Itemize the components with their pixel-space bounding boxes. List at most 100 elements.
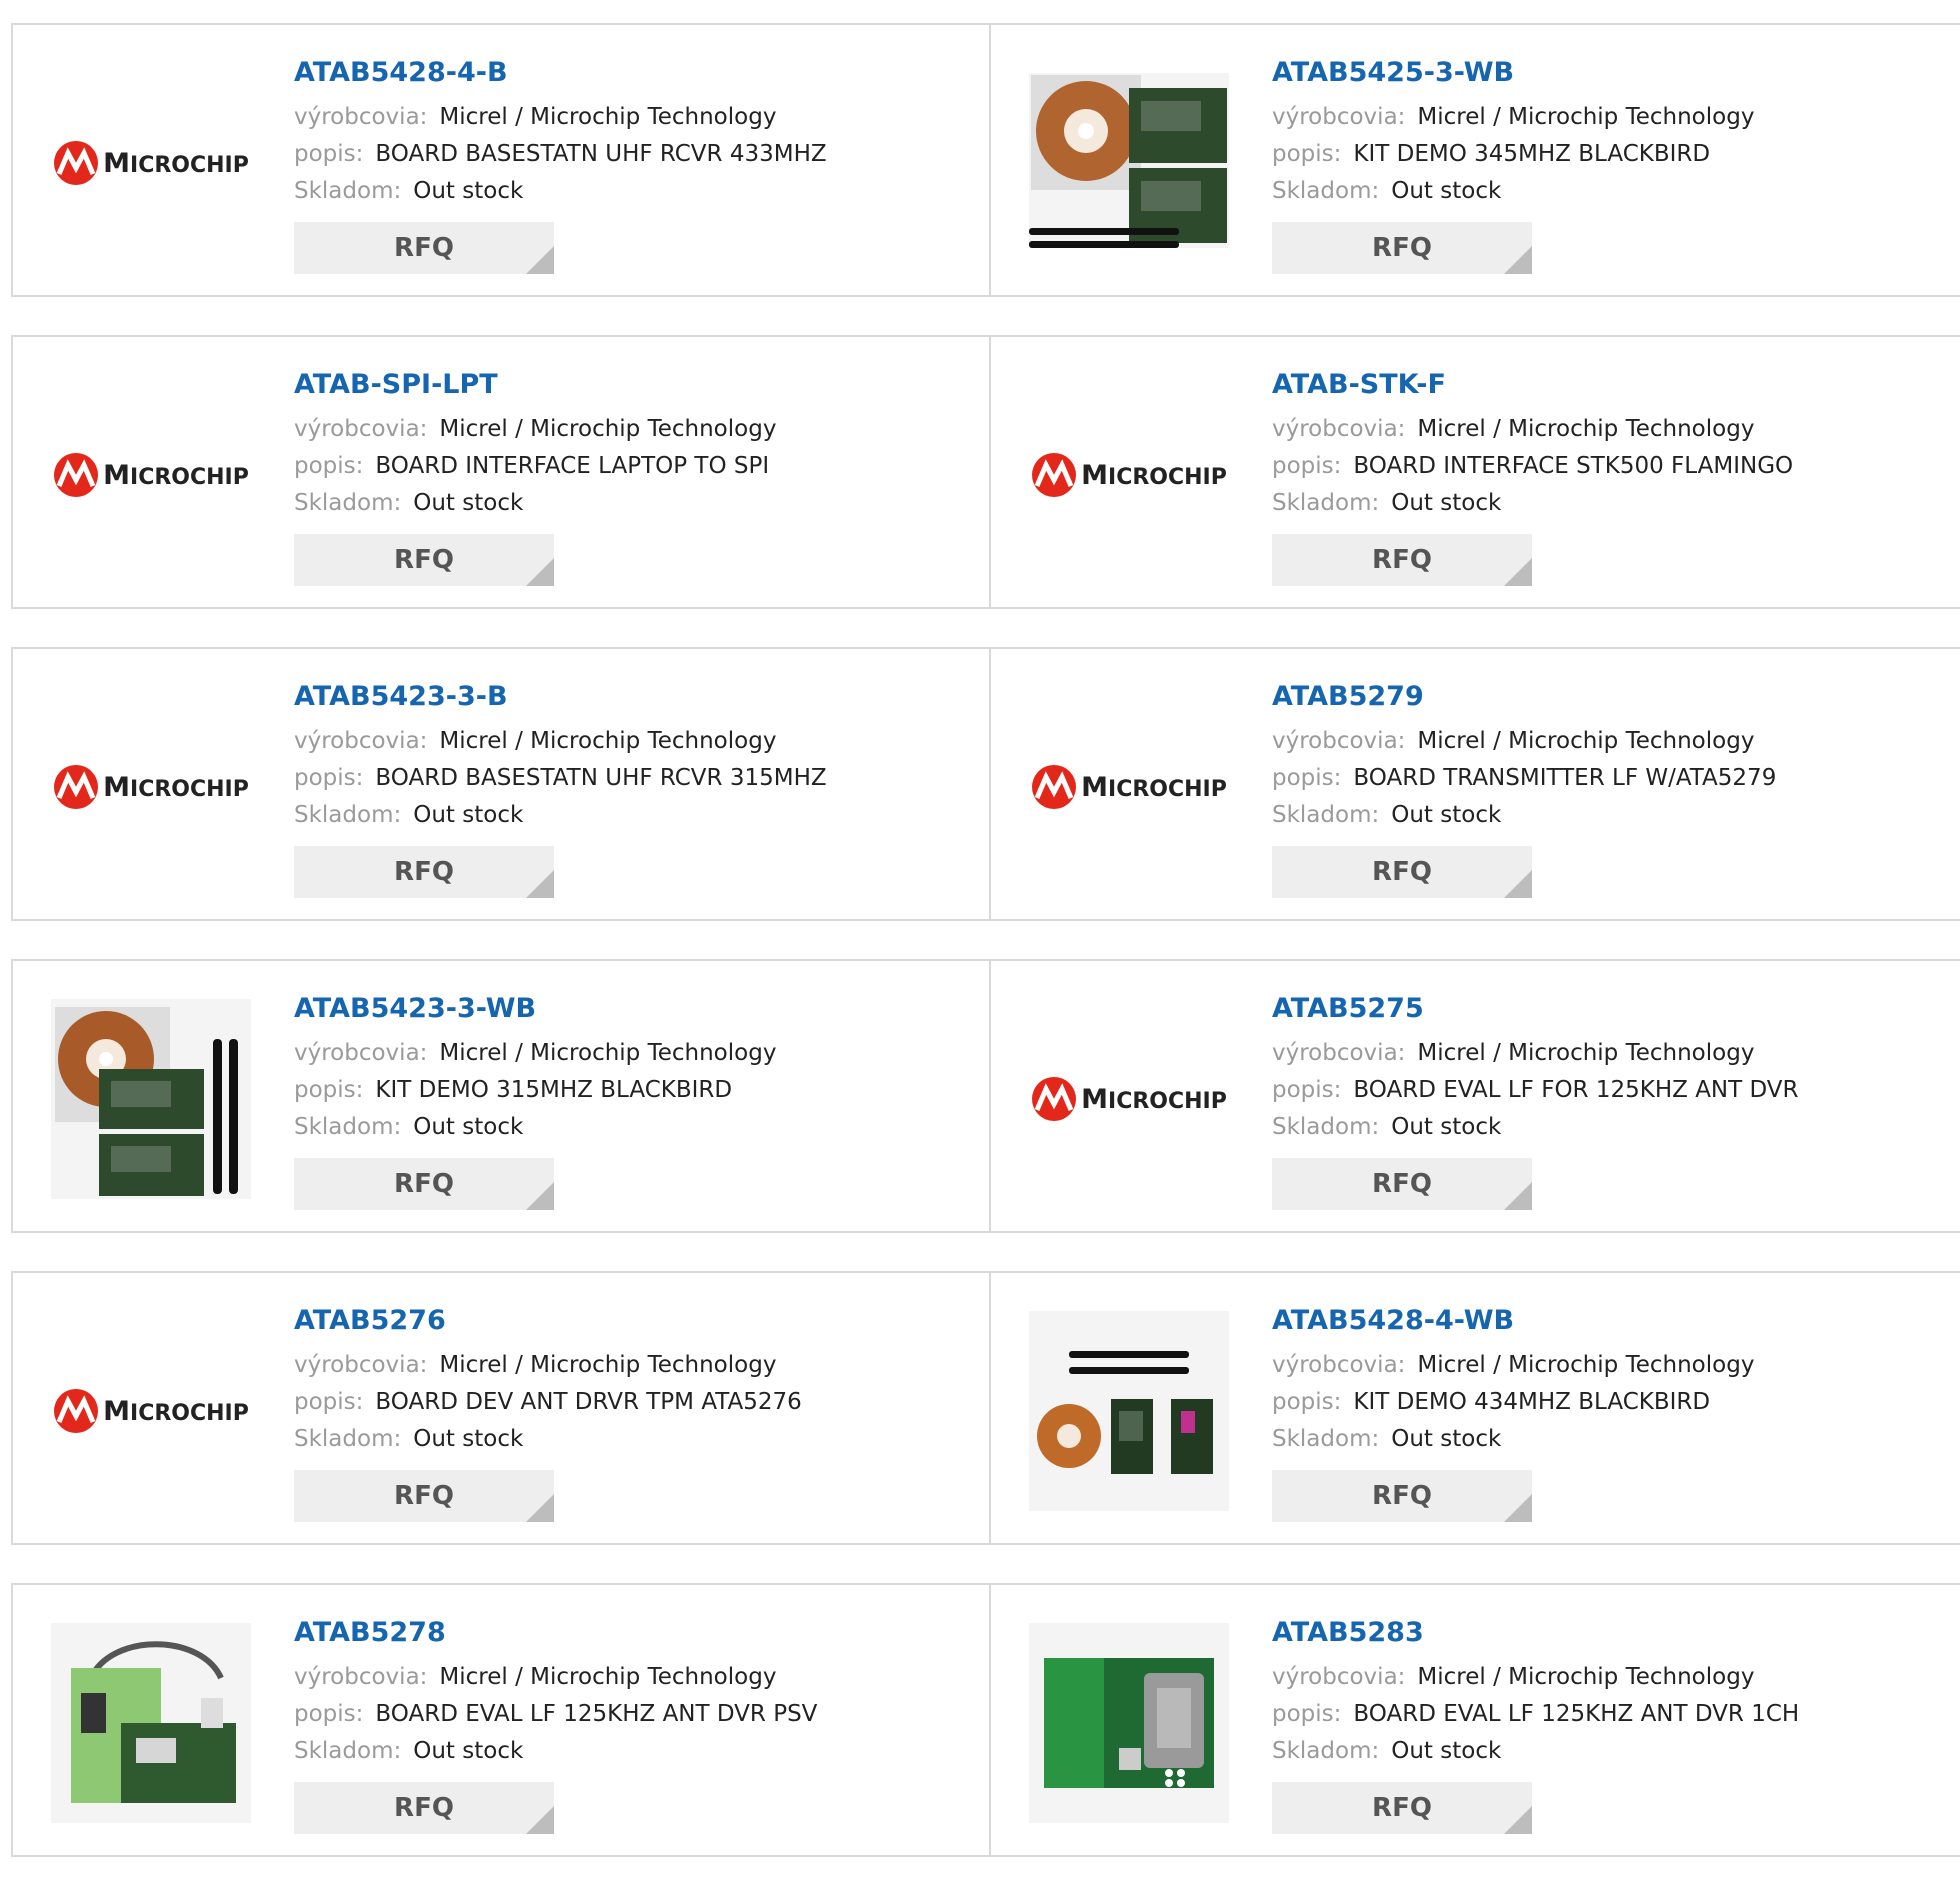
description-value: BOARD EVAL LF 125KHZ ANT DVR PSV — [375, 1701, 818, 1727]
product-photo — [1029, 1311, 1229, 1511]
product-row: ATAB5423-3-WB výrobcovia: Micrel / Microch… — [11, 959, 1960, 1233]
rfq-label: RFQ — [1372, 1793, 1432, 1823]
part-number-link[interactable]: ATAB-STK-F — [1272, 365, 1793, 405]
logo-wordmark: MICROCHIP — [103, 147, 249, 179]
description-line: popis: KIT DEMO 345MHZ BLACKBIRD — [1272, 136, 1754, 173]
product-info: ATAB5278 výrobcovia: Micrel / Microchip Te… — [294, 1613, 817, 1834]
manufacturer-value: Micrel / Microchip Technology — [439, 728, 777, 754]
stock-line: Skladom: Out stock — [1272, 1109, 1799, 1146]
stock-line: Skladom: Out stock — [294, 1733, 817, 1770]
part-number-link[interactable]: ATAB5428-4-B — [294, 53, 827, 93]
stock-line: Skladom: Out stock — [294, 173, 827, 210]
stock-value: Out stock — [1391, 178, 1502, 204]
product-thumbnail[interactable]: MICROCHIP — [1029, 687, 1229, 887]
stock-line: Skladom: Out stock — [294, 797, 827, 834]
stock-label: Skladom: — [1272, 1738, 1380, 1764]
description-line: popis: BOARD DEV ANT DRVR TPM ATA5276 — [294, 1384, 802, 1421]
corner-triangle-icon — [526, 1182, 554, 1210]
rfq-label: RFQ — [394, 1481, 454, 1511]
product-photo — [51, 999, 251, 1199]
rfq-button[interactable]: RFQ — [1272, 846, 1532, 898]
product-info: ATAB5279 výrobcovia: Micrel / Microchip Te… — [1272, 677, 1776, 898]
manufacturer-line: výrobcovia: Micrel / Microchip Technology — [294, 1659, 817, 1696]
stock-value: Out stock — [413, 1426, 524, 1452]
product-thumbnail[interactable] — [51, 999, 251, 1199]
part-number-link[interactable]: ATAB5423-3-WB — [294, 989, 776, 1029]
stock-label: Skladom: — [1272, 1114, 1380, 1140]
microchip-mark-icon — [54, 765, 99, 809]
manufacturer-value: Micrel / Microchip Technology — [1417, 1664, 1755, 1690]
product-thumbnail[interactable]: MICROCHIP — [51, 1311, 251, 1511]
logo-wordmark: MICROCHIP — [1081, 1083, 1227, 1115]
rfq-button[interactable]: RFQ — [1272, 1470, 1532, 1522]
stock-value: Out stock — [413, 1114, 524, 1140]
stock-label: Skladom: — [1272, 802, 1380, 828]
product-thumbnail[interactable] — [1029, 1623, 1229, 1823]
corner-triangle-icon — [526, 1494, 554, 1522]
product-info: ATAB5283 výrobcovia: Micrel / Microchip Te… — [1272, 1613, 1799, 1834]
stock-label: Skladom: — [294, 1426, 402, 1452]
description-value: KIT DEMO 434MHZ BLACKBIRD — [1353, 1389, 1711, 1415]
stock-value: Out stock — [413, 490, 524, 516]
rfq-button[interactable]: RFQ — [1272, 534, 1532, 586]
microchip-logo: MICROCHIP — [1031, 764, 1227, 810]
part-number-link[interactable]: ATAB5425-3-WB — [1272, 53, 1754, 93]
product-info: ATAB5425-3-WB výrobcovia: Micrel / Microch… — [1272, 53, 1754, 274]
stock-value: Out stock — [1391, 1426, 1502, 1452]
microchip-logo: MICROCHIP — [1031, 452, 1227, 498]
product-row: MICROCHIP ATAB5276 výrobcovia: Micrel / Mic… — [11, 1271, 1960, 1545]
product-thumbnail[interactable] — [1029, 63, 1229, 263]
part-number-link[interactable]: ATAB5279 — [1272, 677, 1776, 717]
rfq-label: RFQ — [394, 1169, 454, 1199]
product-thumbnail[interactable]: MICROCHIP — [51, 375, 251, 575]
product-thumbnail[interactable]: MICROCHIP — [51, 63, 251, 263]
manufacturer-value: Micrel / Microchip Technology — [439, 1040, 777, 1066]
product-info: ATAB-STK-F výrobcovia: Micrel / Microchip … — [1272, 365, 1793, 586]
description-label: popis: — [294, 141, 364, 167]
manufacturer-label: výrobcovia: — [294, 728, 428, 754]
manufacturer-line: výrobcovia: Micrel / Microchip Technology — [294, 1347, 802, 1384]
part-number-link[interactable]: ATAB5423-3-B — [294, 677, 827, 717]
stock-value: Out stock — [1391, 1738, 1502, 1764]
microchip-logo: MICROCHIP — [53, 1388, 249, 1434]
product-card: ATAB5425-3-WB výrobcovia: Micrel / Microch… — [991, 25, 1960, 295]
rfq-label: RFQ — [1372, 1481, 1432, 1511]
product-row: MICROCHIP ATAB5428-4-B výrobcovia: Micrel /… — [11, 23, 1960, 297]
part-number-link[interactable]: ATAB5283 — [1272, 1613, 1799, 1653]
part-number-link[interactable]: ATAB5278 — [294, 1613, 817, 1653]
description-value: BOARD INTERFACE STK500 FLAMINGO — [1353, 453, 1794, 479]
description-value: BOARD EVAL LF 125KHZ ANT DVR 1CH — [1353, 1701, 1800, 1727]
product-card: ATAB5278 výrobcovia: Micrel / Microchip Te… — [13, 1585, 991, 1855]
description-line: popis: BOARD EVAL LF 125KHZ ANT DVR 1CH — [1272, 1696, 1799, 1733]
rfq-button[interactable]: RFQ — [294, 534, 554, 586]
rfq-button[interactable]: RFQ — [294, 1782, 554, 1834]
product-card: ATAB5423-3-WB výrobcovia: Micrel / Microch… — [13, 961, 991, 1231]
product-thumbnail[interactable]: MICROCHIP — [1029, 375, 1229, 575]
stock-value: Out stock — [413, 802, 524, 828]
rfq-button[interactable]: RFQ — [294, 222, 554, 274]
corner-triangle-icon — [526, 246, 554, 274]
rfq-button[interactable]: RFQ — [294, 1158, 554, 1210]
description-value: BOARD BASESTATN UHF RCVR 433MHZ — [375, 141, 827, 167]
product-thumbnail[interactable] — [1029, 1311, 1229, 1511]
product-thumbnail[interactable] — [51, 1623, 251, 1823]
manufacturer-label: výrobcovia: — [1272, 728, 1406, 754]
part-number-link[interactable]: ATAB5275 — [1272, 989, 1799, 1029]
manufacturer-line: výrobcovia: Micrel / Microchip Technology — [294, 723, 827, 760]
stock-label: Skladom: — [1272, 178, 1380, 204]
rfq-button[interactable]: RFQ — [1272, 1158, 1532, 1210]
product-info: ATAB5428-4-B výrobcovia: Micrel / Microchi… — [294, 53, 827, 274]
part-number-link[interactable]: ATAB-SPI-LPT — [294, 365, 776, 405]
product-thumbnail[interactable]: MICROCHIP — [51, 687, 251, 887]
rfq-button[interactable]: RFQ — [1272, 1782, 1532, 1834]
part-number-link[interactable]: ATAB5428-4-WB — [1272, 1301, 1754, 1341]
rfq-button[interactable]: RFQ — [1272, 222, 1532, 274]
description-value: BOARD TRANSMITTER LF W/ATA5279 — [1353, 765, 1777, 791]
product-thumbnail[interactable]: MICROCHIP — [1029, 999, 1229, 1199]
manufacturer-value: Micrel / Microchip Technology — [439, 104, 777, 130]
part-number-link[interactable]: ATAB5276 — [294, 1301, 802, 1341]
logo-wordmark: MICROCHIP — [1081, 459, 1227, 491]
rfq-button[interactable]: RFQ — [294, 1470, 554, 1522]
microchip-mark-icon — [54, 453, 99, 497]
rfq-button[interactable]: RFQ — [294, 846, 554, 898]
